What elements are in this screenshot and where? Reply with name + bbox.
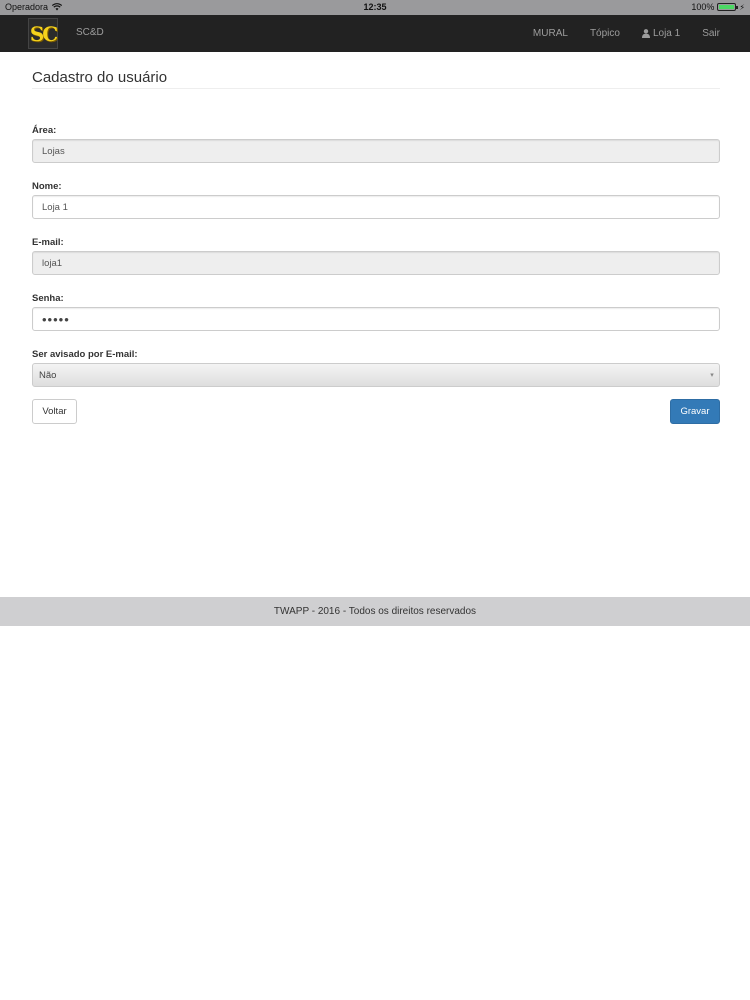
navbar: SC SC&D MURAL Tópico Loja 1 Sair — [0, 15, 750, 52]
email-label: E-mail: — [32, 237, 64, 248]
password-input[interactable]: ••••• — [32, 307, 720, 331]
form-actions: Voltar Gravar — [32, 399, 720, 424]
email-notify-select[interactable]: Não ▾ — [32, 363, 720, 387]
email-notify-value: Não — [39, 369, 57, 381]
user-form: Área: Lojas Nome: Loja 1 E-mail: loja1 S… — [32, 125, 720, 424]
area-field: Lojas — [32, 139, 720, 163]
status-bar: Operadora 12:35 100% ⚡ — [0, 0, 750, 15]
footer-text: TWAPP - 2016 - Todos os direitos reserva… — [273, 606, 477, 617]
nav-links: MURAL Tópico Loja 1 Sair — [522, 15, 750, 52]
logo[interactable]: SC — [28, 18, 58, 49]
area-label: Área: — [32, 125, 57, 136]
charging-icon: ⚡ — [739, 2, 745, 12]
nav-user[interactable]: Loja 1 — [631, 28, 691, 39]
brand-link[interactable]: SC&D — [76, 27, 104, 38]
battery-info: 100% ⚡ — [691, 2, 745, 12]
status-time: 12:35 — [363, 2, 387, 12]
nome-input[interactable]: Loja 1 — [32, 195, 720, 219]
nav-mural[interactable]: MURAL — [522, 28, 579, 39]
nome-group: Nome: Loja 1 — [32, 181, 720, 219]
nome-label: Nome: — [32, 181, 62, 192]
nav-topico[interactable]: Tópico — [579, 28, 631, 39]
senha-label: Senha: — [32, 293, 64, 304]
nav-user-label: Loja 1 — [652, 28, 681, 39]
email-group: E-mail: loja1 — [32, 237, 720, 275]
area-group: Área: Lojas — [32, 125, 720, 163]
logo-text: SC — [29, 21, 58, 46]
senha-group: Senha: ••••• — [32, 293, 720, 331]
battery-icon — [717, 3, 739, 11]
aviso-label: Ser avisado por E-mail: — [32, 349, 138, 360]
battery-percent: 100% — [691, 2, 715, 12]
user-icon — [641, 29, 650, 38]
page-title: Cadastro do usuário — [32, 69, 720, 89]
email-field: loja1 — [32, 251, 720, 275]
nav-sair[interactable]: Sair — [691, 28, 750, 39]
chevron-down-icon: ▾ — [710, 372, 714, 379]
save-button[interactable]: Gravar — [670, 399, 720, 424]
aviso-group: Ser avisado por E-mail: Não ▾ — [32, 349, 720, 387]
footer: TWAPP - 2016 - Todos os direitos reserva… — [0, 597, 750, 626]
back-button[interactable]: Voltar — [32, 399, 77, 424]
main-container: Cadastro do usuário Área: Lojas Nome: Lo… — [32, 52, 720, 424]
